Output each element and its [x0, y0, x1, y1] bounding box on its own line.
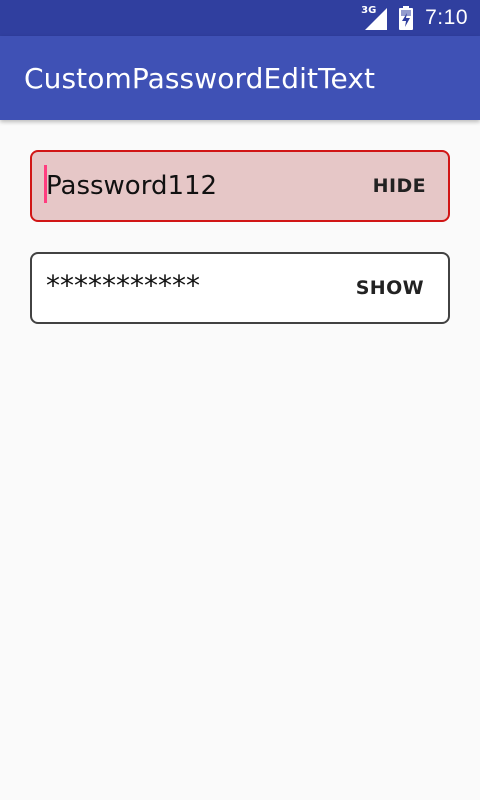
password-field-value[interactable]: Password112: [46, 152, 217, 220]
app-title: CustomPasswordEditText: [24, 62, 376, 95]
hide-password-button[interactable]: HIDE: [373, 152, 426, 220]
signal-bars-icon: [365, 8, 388, 30]
signal-icon: 3G: [361, 5, 389, 30]
status-icons: 3G 7:10: [361, 0, 468, 36]
show-password-button[interactable]: SHOW: [356, 254, 424, 322]
password-field-visible[interactable]: Password112 HIDE: [30, 150, 450, 222]
status-clock: 7:10: [425, 6, 468, 29]
password-field-value[interactable]: ***********: [46, 251, 200, 319]
app-toolbar: CustomPasswordEditText: [0, 36, 480, 120]
password-field-masked[interactable]: *********** SHOW: [30, 252, 450, 324]
status-bar: 3G 7:10: [0, 0, 480, 36]
battery-icon: [399, 6, 414, 30]
